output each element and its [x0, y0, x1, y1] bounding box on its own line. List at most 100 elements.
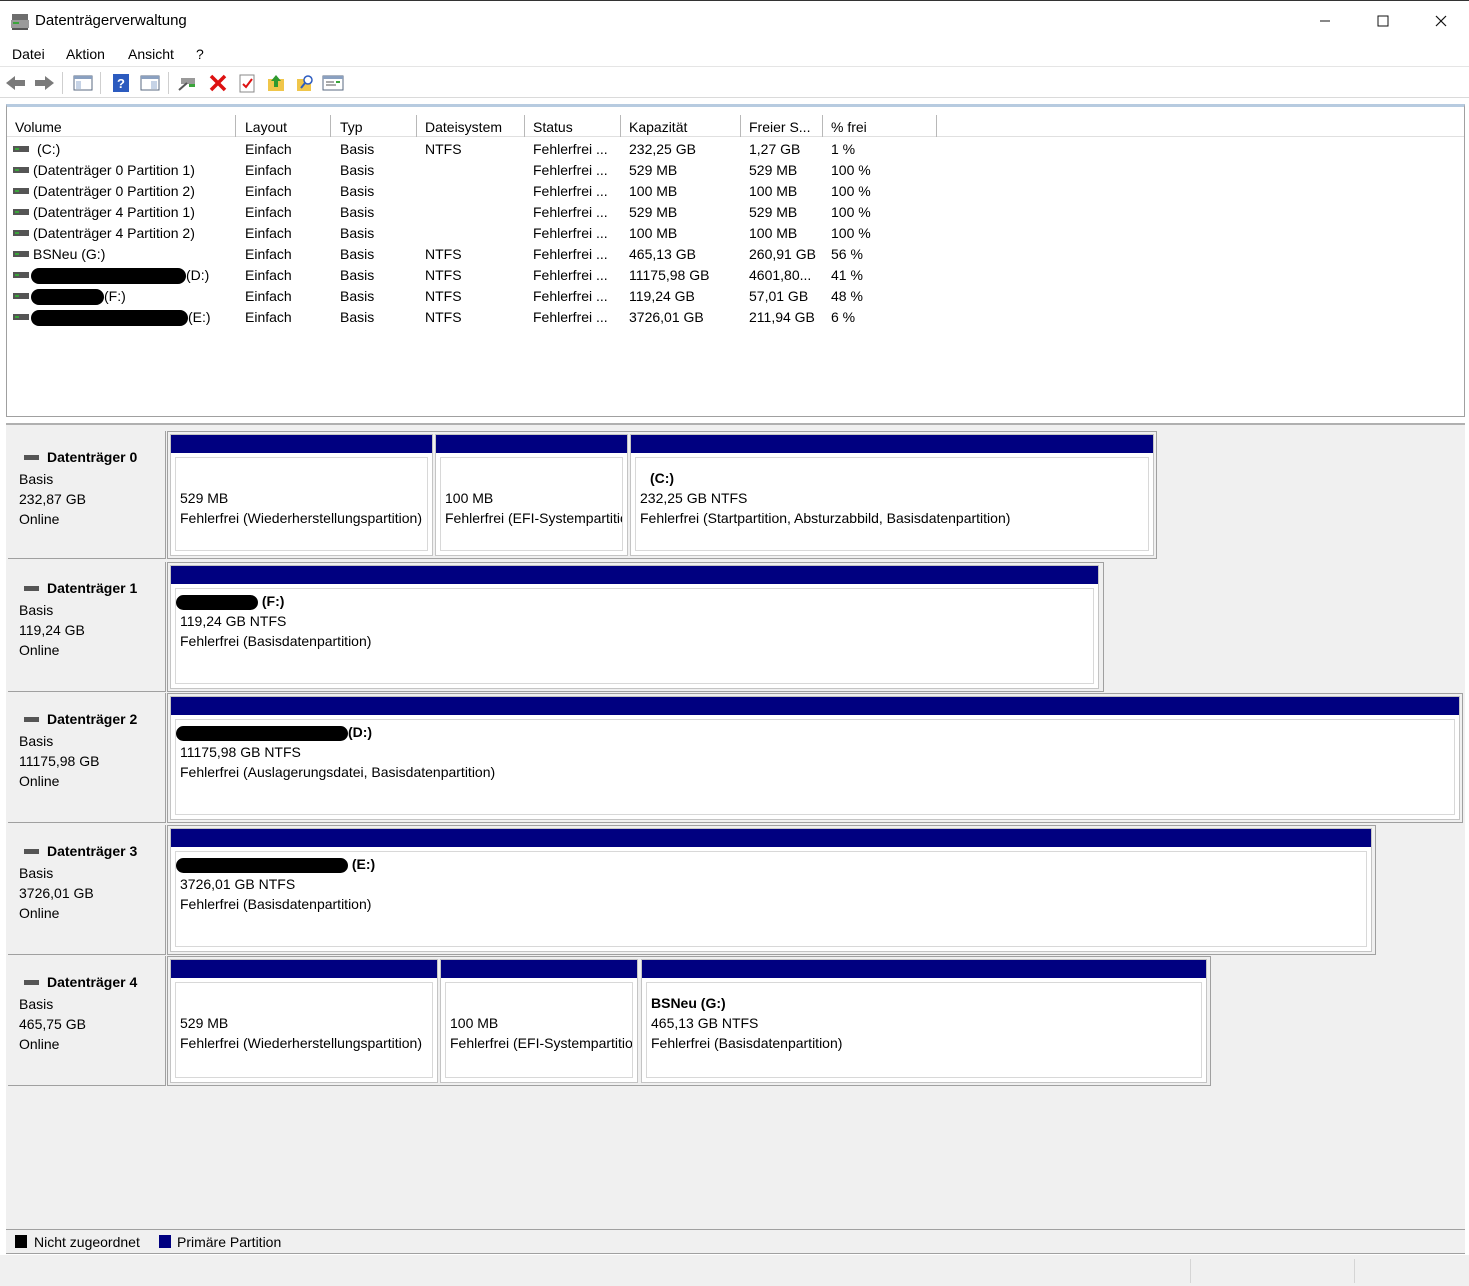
partition-size: 3726,01 GB NTFS [180, 876, 296, 892]
partition[interactable]: 529 MB Fehlerfrei (Wiederherstellungspar… [170, 434, 433, 556]
volume-capacity: 119,24 GB [629, 288, 695, 304]
col-status[interactable]: Status [525, 115, 621, 137]
col-kapazitaet[interactable]: Kapazität [621, 115, 741, 137]
volume-capacity: 529 MB [629, 162, 678, 178]
table-row[interactable]: (Datenträger 4 Partition 2) Einfach Basi… [7, 223, 1464, 244]
volume-layout: Einfach [245, 141, 292, 157]
col-volume[interactable]: Volume [7, 115, 236, 137]
volume-free: 1,27 GB [749, 141, 801, 157]
back-button[interactable] [4, 71, 28, 95]
menu-datei[interactable]: Datei [12, 46, 45, 62]
partition[interactable]: (D:) 11175,98 GB NTFS Fehlerfrei (Auslag… [170, 696, 1460, 820]
close-button[interactable] [1412, 1, 1469, 41]
disk-0-partitions: 529 MB Fehlerfrei (Wiederherstellungspar… [167, 431, 1157, 559]
drive-icon [13, 272, 29, 278]
volume-layout: Einfach [245, 288, 292, 304]
menu-help[interactable]: ? [196, 46, 204, 62]
volume-pct-free: 56 % [831, 246, 863, 262]
volume-name: (Datenträger 0 Partition 2) [33, 183, 195, 199]
volume-typ: Basis [340, 141, 375, 157]
volume-fs: NTFS [425, 246, 462, 262]
disk-3-title: Datenträger 3 [24, 843, 137, 859]
disk-0-info[interactable]: Datenträger 0 Basis 232,87 GB Online [8, 431, 166, 559]
table-row[interactable]: BSNeu (G:) Einfach Basis NTFS Fehlerfrei… [7, 244, 1464, 265]
window-title: Datenträgerverwaltung [35, 12, 187, 29]
properties-button[interactable] [138, 71, 162, 95]
volume-name: (Datenträger 4 Partition 2) [33, 225, 195, 241]
partition[interactable]: (F:) 119,24 GB NTFS Fehlerfrei (Basisdat… [170, 565, 1099, 689]
volume-pct-free: 41 % [831, 267, 863, 283]
volume-typ: Basis [340, 288, 375, 304]
settings-button[interactable] [321, 71, 345, 95]
settings-icon [322, 75, 344, 91]
up-folder-button[interactable] [264, 71, 288, 95]
title-bar: Datenträgerverwaltung [0, 0, 1469, 40]
volume-status: Fehlerfrei ... [533, 183, 608, 199]
disk-name: Datenträger 4 [47, 974, 138, 990]
disk-type: Basis [19, 865, 54, 881]
disk-4-partitions: 529 MB Fehlerfrei (Wiederherstellungspar… [167, 956, 1211, 1086]
menu-aktion[interactable]: Aktion [66, 46, 105, 62]
volume-typ: Basis [340, 183, 375, 199]
search-button[interactable] [293, 71, 317, 95]
volume-name-cell: (F:) [31, 286, 126, 307]
volume-free: 211,94 GB [749, 309, 815, 325]
col-prozent-frei[interactable]: % frei [823, 115, 937, 137]
table-row[interactable]: (Datenträger 4 Partition 1) Einfach Basi… [7, 202, 1464, 223]
col-freier-speicher[interactable]: Freier S... [741, 115, 823, 137]
volume-list-header: Volume Layout Typ Dateisystem Status Kap… [7, 115, 1464, 137]
partition[interactable]: BSNeu (G:) 465,13 GB NTFS Fehlerfrei (Ba… [641, 959, 1207, 1083]
disk-2-info[interactable]: Datenträger 2 Basis 11175,98 GB Online [8, 693, 166, 823]
table-row[interactable]: (Datenträger 0 Partition 1) Einfach Basi… [7, 160, 1464, 181]
table-row[interactable]: (E:) Einfach Basis NTFS Fehlerfrei ... 3… [7, 307, 1464, 328]
col-typ[interactable]: Typ [332, 115, 417, 137]
volume-free: 4601,80... [749, 267, 812, 283]
legend: Nicht zugeordnet Primäre Partition [6, 1229, 1465, 1254]
drive-icon [13, 230, 29, 236]
volume-status: Fehlerfrei ... [533, 204, 608, 220]
close-icon [1435, 15, 1447, 27]
disk-2-title: Datenträger 2 [24, 711, 137, 727]
disk-3-partitions: (E:) 3726,01 GB NTFS Fehlerfrei (Basisda… [167, 825, 1376, 955]
volume-free: 529 MB [749, 204, 798, 220]
disk-size: 3726,01 GB [19, 885, 94, 901]
primary-partition-bar [436, 435, 627, 453]
redacted-label [176, 594, 258, 610]
minimize-button[interactable] [1296, 1, 1354, 41]
forward-button[interactable] [32, 71, 56, 95]
primary-partition-bar [631, 435, 1153, 453]
connect-button[interactable] [176, 71, 200, 95]
partition-status: Fehlerfrei (EFI-Systempartition) [445, 510, 623, 526]
partition-size: 529 MB [180, 490, 229, 506]
partition[interactable]: 529 MB Fehlerfrei (Wiederherstellungspar… [170, 959, 438, 1083]
menu-ansicht[interactable]: Ansicht [128, 46, 174, 62]
minimize-icon [1320, 20, 1330, 22]
volume-name: (Datenträger 0 Partition 1) [33, 162, 195, 178]
disk-4-info[interactable]: Datenträger 4 Basis 465,75 GB Online [8, 956, 166, 1086]
console-tree-button[interactable] [71, 71, 95, 95]
disk-2-partitions: (D:) 11175,98 GB NTFS Fehlerfrei (Auslag… [167, 693, 1463, 823]
check-button[interactable] [235, 71, 259, 95]
table-row[interactable]: (F:) Einfach Basis NTFS Fehlerfrei ... 1… [7, 286, 1464, 307]
partition-size: 100 MB [445, 490, 494, 506]
disk-3-info[interactable]: Datenträger 3 Basis 3726,01 GB Online [8, 825, 166, 955]
maximize-button[interactable] [1354, 1, 1412, 41]
volume-status: Fehlerfrei ... [533, 246, 608, 262]
partition[interactable]: (E:) 3726,01 GB NTFS Fehlerfrei (Basisda… [170, 828, 1372, 952]
disk-1-info[interactable]: Datenträger 1 Basis 119,24 GB Online [8, 562, 166, 692]
volume-layout: Einfach [245, 267, 292, 283]
drive-icon [13, 146, 29, 152]
table-row[interactable]: (Datenträger 0 Partition 2) Einfach Basi… [7, 181, 1464, 202]
partition[interactable]: (C:) 232,25 GB NTFS Fehlerfrei (Startpar… [630, 434, 1154, 556]
table-row[interactable]: (D:) Einfach Basis NTFS Fehlerfrei ... 1… [7, 265, 1464, 286]
table-row[interactable]: (C:) Einfach Basis NTFS Fehlerfrei ... 2… [7, 139, 1464, 160]
partition[interactable]: 100 MB Fehlerfrei (EFI-Systempartition) [440, 959, 638, 1083]
col-dateisystem[interactable]: Dateisystem [417, 115, 525, 137]
col-layout[interactable]: Layout [237, 115, 331, 137]
delete-button[interactable] [206, 71, 230, 95]
volume-list: Volume Layout Typ Dateisystem Status Kap… [6, 104, 1465, 417]
volume-capacity: 11175,98 GB [629, 267, 710, 283]
partition-status: Fehlerfrei (Basisdatenpartition) [180, 633, 372, 649]
help-button[interactable]: ? [109, 71, 133, 95]
partition[interactable]: 100 MB Fehlerfrei (EFI-Systempartition) [435, 434, 628, 556]
